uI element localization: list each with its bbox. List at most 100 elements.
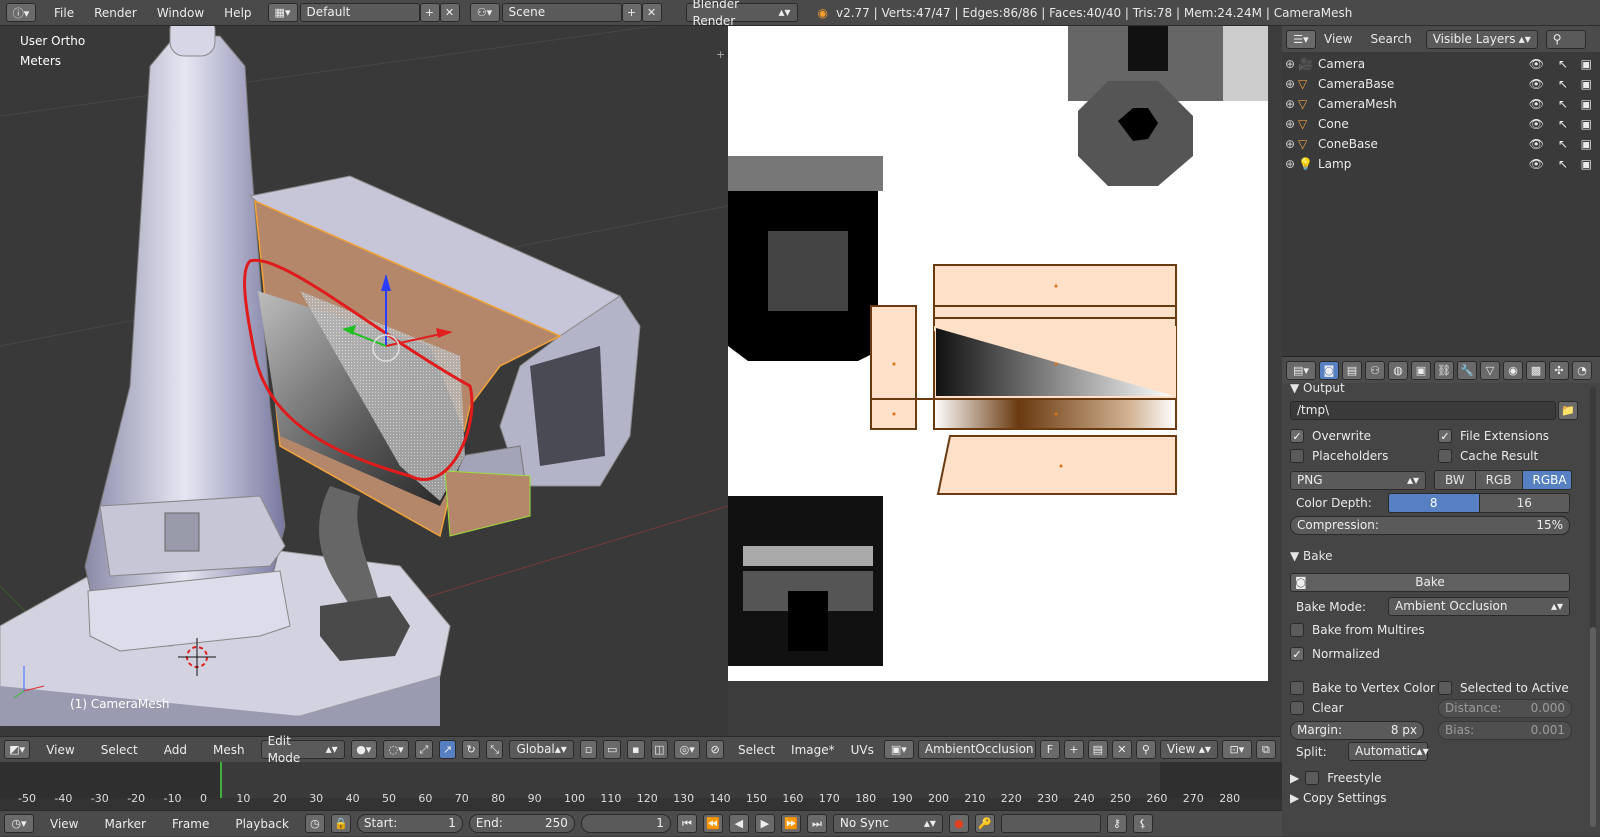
expand-icon[interactable]: ⊕ — [1282, 117, 1298, 131]
sync-mode-select[interactable]: No Sync ▴▾ — [832, 814, 943, 833]
render-camera-icon[interactable]: ▣ — [1581, 77, 1592, 91]
timeline[interactable]: -50 -40 -30 -20 -10 0 10 20 30 40 50 60 70 80 90 100 110… — [0, 762, 1282, 810]
world-tab-icon[interactable]: ◍ — [1388, 360, 1408, 380]
scene-field[interactable]: Scene — [501, 3, 622, 22]
bake-from-multires-checkbox[interactable] — [1290, 623, 1304, 637]
menu-render[interactable]: Render — [84, 0, 147, 26]
expand-icon[interactable]: ⊕ — [1282, 97, 1298, 111]
visibility-eye-icon[interactable]: 👁 — [1529, 77, 1544, 91]
outliner-item-name[interactable]: Cone — [1318, 117, 1349, 131]
overwrite-checkbox[interactable]: ✓ — [1290, 429, 1304, 443]
editor-type-3d-icon[interactable]: ◩▾ — [4, 740, 31, 759]
render-camera-icon[interactable]: ▣ — [1581, 97, 1592, 111]
3d-viewport[interactable]: User Ortho Meters (1) CameraMesh + — [0, 26, 728, 736]
start-frame-field[interactable]: Start: 1 — [356, 814, 463, 833]
vertex-select-icon[interactable]: ▫ — [579, 740, 598, 759]
outliner-item-name[interactable]: Lamp — [1318, 157, 1351, 171]
scale-manipulator-icon[interactable]: ⤡ — [485, 740, 504, 759]
bake-panel-header[interactable]: ▼ Bake — [1290, 549, 1578, 563]
data-tab-icon[interactable]: ▽ — [1480, 360, 1500, 380]
editor-type-properties-icon[interactable]: ▤▾ — [1286, 360, 1316, 380]
insert-keyframe-icon[interactable]: ⚷ — [1106, 814, 1127, 833]
scene-icon[interactable]: ⚇▾ — [469, 3, 500, 22]
uv-image-editor[interactable] — [728, 26, 1280, 736]
color-depth-8[interactable]: 8 — [1389, 494, 1480, 512]
render-camera-icon[interactable]: ▣ — [1581, 137, 1592, 151]
next-keyframe-icon[interactable]: ⏩ — [780, 814, 801, 833]
visibility-eye-icon[interactable]: 👁 — [1529, 117, 1544, 131]
material-tab-icon[interactable]: ◉ — [1503, 360, 1523, 380]
expand-icon[interactable]: ⊕ — [1282, 57, 1298, 71]
copy-settings-panel-header[interactable]: ▶ Copy Settings — [1290, 791, 1578, 805]
edge-select-icon[interactable]: ▭ — [603, 740, 621, 759]
image-browse-icon[interactable]: ▣▾ — [883, 740, 914, 759]
outliner-item-name[interactable]: Camera — [1318, 57, 1365, 71]
end-frame-field[interactable]: End: 250 — [468, 814, 575, 833]
outliner-item-name[interactable]: CameraBase — [1318, 77, 1394, 91]
render-tab-icon[interactable]: ◙ — [1319, 360, 1339, 380]
menu-view[interactable]: View — [36, 737, 84, 763]
selectable-cursor-icon[interactable]: ↖ — [1558, 97, 1568, 111]
bake-button[interactable]: ◙ Bake — [1290, 573, 1570, 592]
outliner-display-filter[interactable]: Visible Layers ▴▾ — [1425, 29, 1538, 49]
add-layout-button[interactable]: + — [419, 3, 440, 22]
pin-image-icon[interactable]: ⚲ — [1135, 740, 1156, 759]
fake-user-button[interactable]: F — [1039, 740, 1060, 759]
outliner-item[interactable]: ⊕ ▽ CameraBase 👁 ↖ ▣ — [1282, 74, 1600, 94]
uv-menu-image[interactable]: Image* — [785, 737, 841, 763]
editor-type-timeline-icon[interactable]: ◷▾ — [4, 814, 34, 833]
outliner-item-name[interactable]: CameraMesh — [1318, 97, 1397, 111]
uv-canvas[interactable] — [728, 26, 1280, 736]
selectable-cursor-icon[interactable]: ↖ — [1558, 117, 1568, 131]
keying-set-field[interactable] — [1000, 814, 1101, 833]
viewport-scene[interactable] — [0, 26, 728, 736]
scene-tab-icon[interactable]: ⚇ — [1365, 360, 1385, 380]
selectable-cursor-icon[interactable]: ↖ — [1558, 137, 1568, 151]
sticky-select-icon[interactable]: ⧉ — [1255, 740, 1276, 759]
record-icon[interactable]: ● — [948, 814, 969, 833]
menu-help[interactable]: Help — [214, 0, 261, 26]
uv-view-mode-select[interactable]: View ▴▾ — [1159, 740, 1218, 759]
placeholders-checkbox[interactable] — [1290, 449, 1304, 463]
visibility-eye-icon[interactable]: 👁 — [1529, 137, 1544, 151]
selectable-cursor-icon[interactable]: ↖ — [1558, 77, 1568, 91]
browse-folder-icon[interactable]: 📁 — [1558, 401, 1578, 420]
face-select-icon[interactable]: ▪ — [626, 740, 645, 759]
image-name-field[interactable]: AmbientOcclusion — [917, 740, 1036, 759]
unlink-image-button[interactable]: ✕ — [1111, 740, 1132, 759]
manipulator-toggle-icon[interactable]: ⤢ — [415, 740, 433, 759]
output-path-input[interactable]: /tmp\ — [1290, 401, 1557, 420]
current-frame-marker[interactable] — [220, 762, 222, 798]
outliner-item[interactable]: ⊕ ▽ CameraMesh 👁 ↖ ▣ — [1282, 94, 1600, 114]
viewport-split-plus-icon[interactable]: + — [716, 48, 725, 61]
shading-select-icon[interactable]: ●▾ — [350, 740, 377, 759]
timeline-menu-playback[interactable]: Playback — [225, 811, 299, 837]
mode-select[interactable]: Edit Mode ▴▾ — [260, 734, 345, 765]
translate-manipulator-icon[interactable]: ↗ — [438, 740, 457, 759]
freestyle-checkbox[interactable] — [1305, 771, 1320, 785]
normalized-checkbox[interactable]: ✓ — [1290, 647, 1304, 661]
outliner-item[interactable]: ⊕ 🎥 Camera 👁 ↖ ▣ — [1282, 54, 1600, 74]
freestyle-panel-header[interactable]: ▶ Freestyle — [1290, 771, 1578, 785]
timeline-ruler[interactable]: -50 -40 -30 -20 -10 0 10 20 30 40 50 60 70 80 90 100 110… — [0, 792, 1282, 810]
file-format-select[interactable]: PNG ▴▾ — [1290, 470, 1426, 490]
remove-scene-button[interactable]: ✕ — [641, 3, 662, 22]
timeline-menu-frame[interactable]: Frame — [162, 811, 219, 837]
particles-tab-icon[interactable]: ✣ — [1549, 360, 1569, 380]
object-tab-icon[interactable]: ▣ — [1411, 360, 1431, 380]
transform-orientation-select[interactable]: Global ▴▾ — [509, 740, 574, 759]
menu-file[interactable]: File — [44, 0, 84, 26]
constraints-tab-icon[interactable]: ⛓ — [1434, 360, 1454, 380]
uv-menu-select[interactable]: Select — [732, 737, 781, 763]
render-camera-icon[interactable]: ▣ — [1581, 117, 1592, 131]
open-image-icon[interactable]: ▤ — [1087, 740, 1108, 759]
rotate-manipulator-icon[interactable]: ↻ — [462, 740, 480, 759]
bake-to-vertex-checkbox[interactable] — [1290, 681, 1304, 695]
render-camera-icon[interactable]: ▣ — [1581, 157, 1592, 171]
outliner-item[interactable]: ⊕ 💡 Lamp 👁 ↖ ▣ — [1282, 154, 1600, 174]
pivot-uv-icon[interactable]: ⊡▾ — [1221, 740, 1252, 759]
timeline-menu-marker[interactable]: Marker — [94, 811, 155, 837]
bake-mode-select[interactable]: Ambient Occlusion ▴▾ — [1388, 597, 1570, 616]
render-camera-icon[interactable]: ▣ — [1581, 57, 1592, 71]
info-editor-icon[interactable]: ⓘ▾ — [6, 3, 36, 22]
